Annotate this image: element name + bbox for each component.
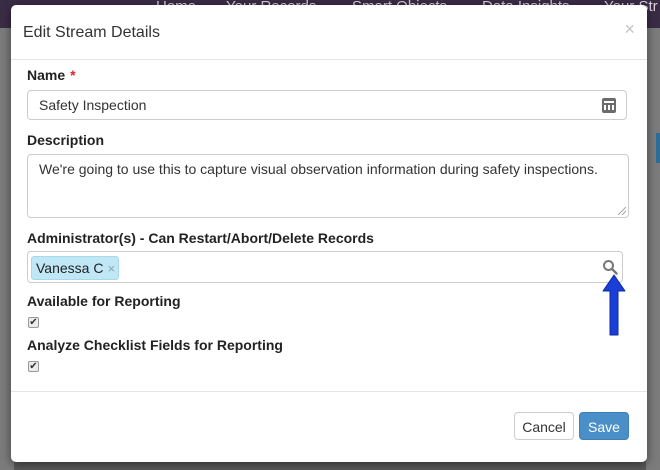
remove-tag-icon[interactable]: × bbox=[107, 261, 115, 276]
save-button[interactable]: Save bbox=[579, 412, 629, 440]
administrator-tag: Vanessa C × bbox=[31, 256, 120, 280]
cancel-button[interactable]: Cancel bbox=[514, 412, 574, 440]
analyze-checklist-label: Analyze Checklist Fields for Reporting bbox=[27, 337, 283, 353]
annotation-arrow-icon bbox=[602, 274, 626, 336]
background-right-panel bbox=[646, 28, 660, 470]
administrators-label: Administrator(s) - Can Restart/Abort/Del… bbox=[27, 230, 374, 246]
dialog-footer: Cancel Save bbox=[11, 391, 647, 463]
close-icon[interactable]: × bbox=[624, 20, 635, 38]
dialog-title: Edit Stream Details bbox=[23, 24, 160, 41]
name-field[interactable] bbox=[27, 90, 627, 120]
edit-stream-dialog: Edit Stream Details × Name* Description … bbox=[11, 5, 647, 462]
background-accent-bar bbox=[656, 133, 660, 163]
name-input[interactable] bbox=[39, 97, 579, 113]
description-label: Description bbox=[27, 132, 105, 148]
calculator-icon[interactable] bbox=[602, 98, 616, 113]
description-field[interactable]: We're going to use this to capture visua… bbox=[27, 154, 629, 218]
dialog-header: Edit Stream Details × bbox=[11, 5, 647, 60]
administrators-select[interactable]: Vanessa C × bbox=[27, 251, 623, 283]
description-input[interactable]: We're going to use this to capture visua… bbox=[39, 161, 614, 209]
administrator-tag-label: Vanessa C bbox=[36, 260, 104, 276]
analyze-checklist-checkbox[interactable]: ✔ bbox=[28, 361, 39, 372]
name-label-text: Name bbox=[27, 67, 66, 83]
name-label: Name * bbox=[27, 67, 76, 83]
required-marker: * bbox=[70, 67, 76, 83]
available-for-reporting-label: Available for Reporting bbox=[27, 293, 181, 309]
available-for-reporting-checkbox[interactable]: ✔ bbox=[28, 317, 39, 328]
resize-handle-icon[interactable] bbox=[618, 207, 626, 215]
